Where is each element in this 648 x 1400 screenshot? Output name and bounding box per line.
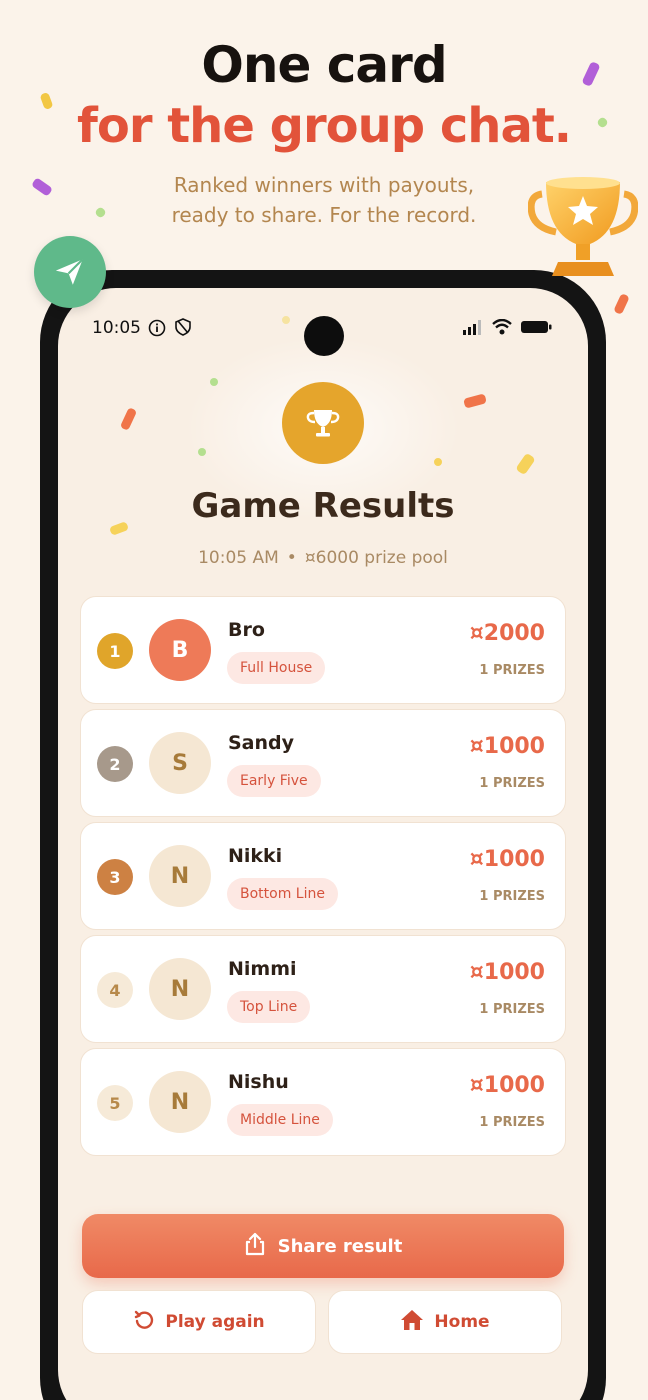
wifi-icon [492,318,512,340]
winner-row: 4 N Nimmi Top Line ¤1000 1 PRIZES [80,935,566,1043]
player-name: Sandy [228,732,295,754]
info-icon [148,319,166,342]
prize-tag: Full House [227,652,326,684]
rank-badge: 4 [97,972,133,1008]
confetti [119,407,138,431]
trophy-icon [282,382,364,464]
payout-amount: ¤1000 [469,847,545,872]
results-time: 10:05 AM [198,548,279,568]
share-icon [244,1232,266,1261]
prize-count: 1 PRIZES [479,1115,545,1130]
player-name: Nimmi [228,958,297,980]
rank-badge: 3 [97,859,133,895]
meta-separator: • [286,548,297,568]
home-label: Home [434,1312,490,1332]
prize-count: 1 PRIZES [479,776,545,791]
results-title: Game Results [191,486,455,526]
avatar: B [149,619,211,681]
winner-row: 2 S Sandy Early Five ¤1000 1 PRIZES [80,709,566,817]
payout-amount: ¤1000 [469,1073,545,1098]
play-again-button[interactable]: Play again [82,1290,316,1354]
winner-row: 1 B Bro Full House ¤2000 1 PRIZES [80,596,566,704]
confetti [613,293,630,315]
send-icon [34,236,106,308]
play-again-label: Play again [165,1312,265,1332]
prize-tag: Bottom Line [227,878,338,910]
status-time: 10:05 [92,318,141,338]
payout-amount: ¤2000 [469,621,545,646]
avatar: N [149,845,211,907]
rank-badge: 1 [97,633,133,669]
prize-count: 1 PRIZES [479,1002,545,1017]
battery-icon [520,319,552,340]
player-name: Nikki [228,845,283,867]
results-meta: 10:05 AM • ¤6000 prize pool [58,548,588,568]
rank-badge: 5 [97,1085,133,1121]
home-button[interactable]: Home [328,1290,562,1354]
avatar: N [149,1071,211,1133]
prize-tag: Middle Line [227,1104,333,1136]
player-name: Bro [228,619,265,641]
confetti [515,452,536,476]
avatar: S [149,732,211,794]
camera-cutout [304,316,344,356]
player-name: Nishu [228,1071,289,1093]
prize-tag: Early Five [227,765,321,797]
prize-pool: ¤6000 prize pool [304,548,448,568]
share-result-label: Share result [277,1235,403,1257]
prize-tag: Top Line [227,991,311,1023]
avatar: N [149,958,211,1020]
trophy-decoration-icon [528,177,638,276]
payout-amount: ¤1000 [469,734,545,759]
prize-count: 1 PRIZES [479,889,545,904]
rank-badge: 2 [97,746,133,782]
share-result-button[interactable]: Share result [82,1214,564,1278]
payout-amount: ¤1000 [469,960,545,985]
promo-title-line1: One card [201,36,447,94]
home-icon [400,1309,424,1336]
winners-list: 1 B Bro Full House ¤2000 1 PRIZES 2 S Sa… [80,596,566,1161]
signal-icon [462,319,484,340]
winner-row: 5 N Nishu Middle Line ¤1000 1 PRIZES [80,1048,566,1156]
promo-title-line2: for the group chat. [76,98,572,154]
prize-count: 1 PRIZES [479,663,545,678]
phone-screen: 10:05 Game Results 10:05 AM • ¤6000 priz… [58,288,588,1400]
winner-row: 3 N Nikki Bottom Line ¤1000 1 PRIZES [80,822,566,930]
shield-icon [175,318,191,341]
replay-icon [133,1309,155,1336]
